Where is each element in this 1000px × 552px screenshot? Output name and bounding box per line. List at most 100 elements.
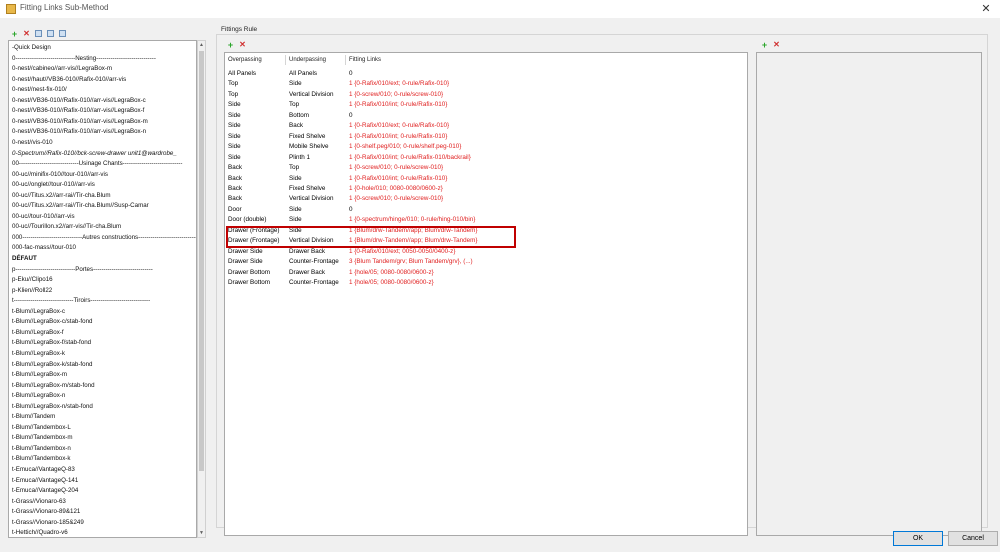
list-item[interactable]: 0-nest//haut//VB36-010//Rafix-010//arr-v…: [12, 75, 126, 85]
cell-underpassing[interactable]: Vertical Division: [289, 90, 333, 100]
list-item[interactable]: t-Emuca//VantageQ-141: [12, 476, 78, 486]
delete-icon[interactable]: ✕: [22, 30, 31, 38]
list-item[interactable]: t-Blum//Tandembox-k: [12, 454, 70, 464]
ok-button[interactable]: OK: [893, 531, 943, 546]
close-icon[interactable]: ✕: [978, 1, 994, 17]
list-item[interactable]: t-Blum//Tandembox-n: [12, 444, 71, 454]
fitting-links-detail-panel[interactable]: [756, 52, 982, 536]
cell-fitting-links[interactable]: 1 {0-Rafix/010/ext; 0050-0050/0400-z}: [349, 247, 455, 257]
list-item[interactable]: t-Blum//LegraBox-c/stab-fond: [12, 317, 92, 327]
save-icon[interactable]: [47, 30, 54, 37]
delete-rule-icon[interactable]: ✕: [238, 41, 247, 49]
cell-underpassing[interactable]: Side: [289, 79, 302, 89]
sub-method-list[interactable]: -Quick Design 0--------------------------…: [8, 40, 197, 538]
cell-underpassing[interactable]: Top: [289, 100, 299, 110]
list-item[interactable]: 000-----------------------------Autres c…: [12, 233, 196, 243]
list-item[interactable]: 0-----------------------------Nesting---…: [12, 54, 156, 64]
cell-fitting-links[interactable]: 0: [349, 205, 353, 215]
cell-fitting-links[interactable]: 1 {0-screw/010; 0-rule/screw-010}: [349, 194, 443, 204]
cell-fitting-links[interactable]: 1 {0-screw/010; 0-rule/screw-010}: [349, 163, 443, 173]
add-rule-icon[interactable]: +: [226, 41, 235, 50]
cell-underpassing[interactable]: Drawer Back: [289, 247, 325, 257]
list-item[interactable]: t-Blum//LegraBox-n/stab-fond: [12, 402, 93, 412]
cell-fitting-links[interactable]: 1 {hole/05; 0080-0080/0600-z}: [349, 278, 434, 288]
header-fitting-links[interactable]: Fitting Links: [349, 57, 381, 63]
scroll-up-icon[interactable]: ▲: [198, 41, 205, 49]
add-link-icon[interactable]: +: [760, 41, 769, 50]
cell-underpassing[interactable]: Side: [289, 215, 302, 225]
list-item[interactable]: 00-uc//tour-010//arr-vis: [12, 212, 75, 222]
cell-underpassing[interactable]: Plinth 1: [289, 153, 310, 163]
cell-underpassing[interactable]: Bottom: [289, 111, 309, 121]
cell-underpassing[interactable]: Fixed Shelve: [289, 132, 325, 142]
list-item[interactable]: 0-nest//vis-010: [12, 138, 53, 148]
list-item[interactable]: p-----------------------------Portes----…: [12, 265, 153, 275]
cell-overpassing[interactable]: Drawer Bottom: [228, 268, 270, 278]
copy-icon[interactable]: [35, 30, 42, 37]
cell-overpassing[interactable]: Door (double): [228, 215, 267, 225]
list-item[interactable]: t-Blum//Tandembox-m: [12, 433, 73, 443]
cell-overpassing[interactable]: Back: [228, 174, 242, 184]
cell-fitting-links[interactable]: 1 {0-shelf.peg/010; 0-rule/shelf.peg-010…: [349, 142, 461, 152]
list-item[interactable]: t-Blum//LegraBox-k: [12, 349, 65, 359]
cell-fitting-links[interactable]: 1 {hole/05; 0080-0080/0600-z}: [349, 268, 434, 278]
cell-fitting-links[interactable]: 0: [349, 111, 353, 121]
cell-fitting-links[interactable]: 1 {0-spectrum/hinge/010; 0-rule/hing-010…: [349, 215, 475, 225]
list-item[interactable]: 0-nest//nest-fix-010/: [12, 85, 67, 95]
list-item[interactable]: t-Emuca//VantageQ-204: [12, 486, 78, 496]
cell-underpassing[interactable]: All Panels: [289, 69, 317, 79]
cell-fitting-links[interactable]: 1 {0-Rafix/010/ext; 0-rule/Rafix-010}: [349, 79, 449, 89]
list-item[interactable]: 00-uc//Tourillon.x2//arr-vis//Tir-cha.Bl…: [12, 222, 121, 232]
list-item[interactable]: 00-uc//Titus.x2//arr-rai//Tir-cha.Blum: [12, 191, 111, 201]
list-item[interactable]: 00-uc//Titus.x2//arr-rai//Tir-cha.Blum//…: [12, 201, 149, 211]
list-item[interactable]: p-Klien//Roll22: [12, 286, 52, 296]
list-item[interactable]: t-Blum//LegraBox-n: [12, 391, 65, 401]
properties-icon[interactable]: [59, 30, 66, 37]
list-item[interactable]: 00-----------------------------Usinage C…: [12, 159, 182, 169]
list-item[interactable]: t-Grass//Vionaro-89&121: [12, 507, 80, 517]
cell-underpassing[interactable]: Back: [289, 121, 303, 131]
list-item[interactable]: t-Blum//LegraBox-m: [12, 370, 67, 380]
header-underpassing[interactable]: Underpassing: [289, 57, 326, 63]
list-scrollbar[interactable]: ▲ ▼: [197, 40, 206, 538]
cell-fitting-links[interactable]: 0: [349, 69, 353, 79]
list-item[interactable]: 0-nest//VB36-010//Rafix-010//arr-vis//Le…: [12, 96, 146, 106]
cell-overpassing[interactable]: Back: [228, 194, 242, 204]
cell-fitting-links[interactable]: 1 {0-screw/010; 0-rule/screw-010}: [349, 90, 443, 100]
cell-overpassing[interactable]: Side: [228, 142, 241, 152]
cell-fitting-links[interactable]: 1 {0-Rafix/010/int; 0-rule/Rafix-010}: [349, 132, 447, 142]
list-item[interactable]: 00-uc//onglet//tour-010//arr-vis: [12, 180, 95, 190]
cell-fitting-links[interactable]: 3 {Blum Tandem/grv; Blum Tandem/grv}, (.…: [349, 257, 473, 267]
cell-overpassing[interactable]: Side: [228, 153, 241, 163]
cell-underpassing[interactable]: Counter-Frontage: [289, 278, 339, 288]
cell-overpassing[interactable]: Door: [228, 205, 242, 215]
list-item[interactable]: 0-nest//VB36-010//Rafix-010//arr-vis//Le…: [12, 106, 144, 116]
cell-overpassing[interactable]: Drawer Bottom: [228, 278, 270, 288]
cell-underpassing[interactable]: Fixed Shelve: [289, 184, 325, 194]
cell-overpassing[interactable]: Side: [228, 100, 241, 110]
list-item[interactable]: p-Eku//Clipo16: [12, 275, 53, 285]
cell-overpassing[interactable]: Top: [228, 79, 238, 89]
cell-overpassing[interactable]: Back: [228, 163, 242, 173]
cancel-button[interactable]: Cancel: [948, 531, 998, 546]
cell-underpassing[interactable]: Mobile Shelve: [289, 142, 329, 152]
list-item[interactable]: t-Blum//Tandembox-L: [12, 423, 71, 433]
cell-fitting-links[interactable]: 1 {0-hole/010; 0080-0080/0600-z}: [349, 184, 443, 194]
add-icon[interactable]: +: [10, 30, 19, 39]
cell-fitting-links[interactable]: 1 {0-Rafix/010/int; 0-rule/Rafix-010}: [349, 174, 447, 184]
cell-overpassing[interactable]: Top: [228, 90, 238, 100]
list-item[interactable]: t-Blum//LegraBox-m/stab-fond: [12, 381, 95, 391]
scroll-down-icon[interactable]: ▼: [198, 529, 205, 537]
cell-overpassing[interactable]: Drawer Side: [228, 247, 263, 257]
list-item[interactable]: t-Blum//LegraBox-f: [12, 328, 64, 338]
cell-overpassing[interactable]: Side: [228, 132, 241, 142]
list-item[interactable]: t-Grass//Vionaro-63: [12, 497, 66, 507]
list-item[interactable]: 000-fac-mass//tour-010: [12, 243, 76, 253]
list-item[interactable]: 00-uc//minifix-010//tour-010//arr-vis: [12, 170, 108, 180]
cell-fitting-links[interactable]: 1 {0-Rafix/010/int; 0-rule/Rafix-010/bac…: [349, 153, 471, 163]
cell-overpassing[interactable]: Side: [228, 121, 241, 131]
cell-overpassing[interactable]: Drawer Side: [228, 257, 263, 267]
cell-underpassing[interactable]: Drawer Back: [289, 268, 325, 278]
cell-underpassing[interactable]: Counter-Frontage: [289, 257, 339, 267]
list-item[interactable]: t-Hettich//Quadro-v6: [12, 528, 68, 537]
